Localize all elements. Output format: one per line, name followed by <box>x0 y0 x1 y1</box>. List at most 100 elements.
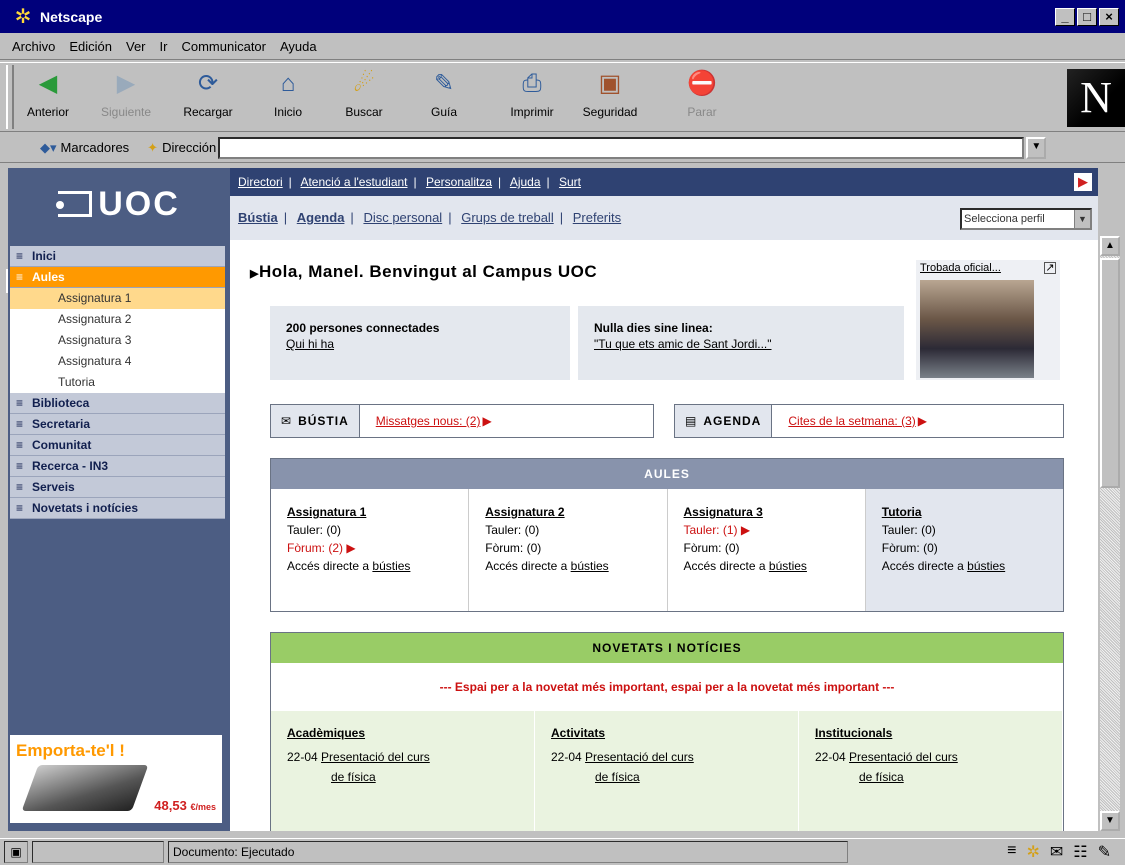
busties-link[interactable]: bústies <box>967 559 1005 573</box>
news-link[interactable]: Presentació del curs <box>849 750 958 764</box>
course-title[interactable]: Assignatura 3 <box>684 503 865 521</box>
news-panel: NOVETATS I NOTÍCIES --- Espai per a la n… <box>270 632 1064 831</box>
forum-count[interactable]: Fòrum: (0) <box>684 539 865 557</box>
netscape-n-logo[interactable]: N <box>1067 69 1125 127</box>
mail-icon[interactable]: ✉ <box>1050 842 1063 862</box>
scroll-thumb[interactable] <box>1100 258 1120 488</box>
scroll-down-button[interactable]: ▼ <box>1100 811 1120 831</box>
navigator-icon[interactable]: ✲ <box>1026 842 1039 862</box>
component-bar-icon[interactable]: ≡ <box>1007 842 1016 862</box>
url-dropdown-button[interactable]: ▼ <box>1026 136 1047 159</box>
sidebar-item[interactable]: Serveis <box>10 477 225 498</box>
busties-link[interactable]: bústies <box>571 559 609 573</box>
board-count[interactable]: Tauler: (1) ▶ <box>684 521 865 539</box>
news-category[interactable]: Activitats <box>551 723 798 743</box>
menu-communicator[interactable]: Communicator <box>181 39 266 54</box>
course-title[interactable]: Tutoria <box>882 503 1063 521</box>
photo-caption[interactable]: Trobada oficial... <box>916 260 1060 276</box>
news-link-cont[interactable]: de física <box>331 770 376 784</box>
board-count[interactable]: Tauler: (0) <box>287 521 468 539</box>
featured-news[interactable]: --- Espai per a la novetat més important… <box>271 663 1063 711</box>
sidebar-item[interactable]: Assignatura 3 <box>10 330 225 351</box>
stop-button[interactable]: ⛔ Parar <box>672 69 732 119</box>
back-button[interactable]: ◀ Anterior <box>18 69 78 119</box>
tab-bustia[interactable]: Bústia <box>238 210 278 225</box>
busties-link[interactable]: bústies <box>372 559 410 573</box>
search-button[interactable]: ☄ Buscar <box>334 69 394 119</box>
news-link-cont[interactable]: de física <box>595 770 640 784</box>
news-category[interactable]: Institucionals <box>815 723 1062 743</box>
toolbar-grip[interactable] <box>6 65 14 129</box>
sidebar-item[interactable]: Recerca - IN3 <box>10 456 225 477</box>
security-icon: ▣ <box>598 70 622 97</box>
busties-link[interactable]: bústies <box>769 559 807 573</box>
url-input[interactable] <box>218 136 1025 159</box>
sidebar-item[interactable]: Tutoria <box>10 372 225 393</box>
sidebar-item[interactable]: Assignatura 4 <box>10 351 225 372</box>
forum-count[interactable]: Fòrum: (0) <box>485 539 666 557</box>
news-link[interactable]: Presentació del curs <box>585 750 694 764</box>
sidebar-item[interactable]: Assignatura 1 <box>10 288 225 309</box>
minimize-button[interactable]: _ <box>1055 7 1075 26</box>
menu-edicion[interactable]: Edición <box>69 39 112 54</box>
link-surt[interactable]: Surt <box>559 175 581 189</box>
news-category[interactable]: Acadèmiques <box>287 723 534 743</box>
link-atencio[interactable]: Atenció a l'estudiant <box>300 175 407 189</box>
course-title[interactable]: Assignatura 1 <box>287 503 468 521</box>
security-button[interactable]: ▣ Seguridad <box>580 69 640 119</box>
reload-button[interactable]: ⟳ Recargar <box>178 69 238 119</box>
motto-link[interactable]: "Tu que ets amic de Sant Jordi..." <box>594 337 772 351</box>
menu-ver[interactable]: Ver <box>126 39 146 54</box>
flag-icon[interactable]: ▶ <box>1074 173 1092 191</box>
board-count[interactable]: Tauler: (0) <box>485 521 666 539</box>
link-ajuda[interactable]: Ajuda <box>510 175 541 189</box>
menu-archivo[interactable]: Archivo <box>12 39 55 54</box>
photo-widget[interactable]: Trobada oficial... ↗ <box>916 260 1060 380</box>
sidebar-item[interactable]: Inici <box>10 246 225 267</box>
link-directori[interactable]: Directori <box>238 175 283 189</box>
composer-icon[interactable]: ✎ <box>1098 842 1111 862</box>
print-button[interactable]: ⎙ Imprimir <box>502 69 562 119</box>
back-icon: ◀ <box>38 70 58 97</box>
sidebar-item[interactable]: Assignatura 2 <box>10 309 225 330</box>
status-progress <box>32 841 164 863</box>
news-header: NOVETATS I NOTÍCIES <box>271 633 1063 663</box>
promo-banner[interactable]: Emporta-te'l ! 48,53 €/mes <box>10 735 222 823</box>
vertical-scrollbar[interactable]: ▲ ▼ <box>1100 236 1120 831</box>
home-button[interactable]: ⌂ Inicio <box>258 69 318 119</box>
maximize-button[interactable]: □ <box>1077 7 1097 26</box>
menu-ayuda[interactable]: Ayuda <box>280 39 317 54</box>
tab-preferits[interactable]: Preferits <box>573 210 621 225</box>
forward-button[interactable]: ▶ Siguiente <box>96 69 156 119</box>
expand-icon[interactable]: ↗ <box>1044 262 1056 274</box>
qui-hi-ha-link[interactable]: Qui hi ha <box>286 337 334 351</box>
news-link-cont[interactable]: de física <box>859 770 904 784</box>
week-appointments-link[interactable]: Cites de la setmana: (3) <box>788 414 915 428</box>
forum-count[interactable]: Fòrum: (0) <box>882 539 1063 557</box>
new-messages-link[interactable]: Missatges nous: (2) <box>376 414 481 428</box>
groups-icon[interactable]: ☷ <box>1073 842 1087 862</box>
news-link[interactable]: Presentació del curs <box>321 750 430 764</box>
tab-agenda[interactable]: Agenda <box>297 210 345 225</box>
course-column: Assignatura 1 Tauler: (0) Fòrum: (2) ▶ Accé… <box>271 489 470 611</box>
sidebar-item[interactable]: Biblioteca <box>10 393 225 414</box>
sidebar-item[interactable]: Comunitat <box>10 435 225 456</box>
uoc-logo[interactable]: UOC <box>8 168 230 240</box>
sidebar-item[interactable]: Novetats i notícies <box>10 498 225 519</box>
course-column: Tutoria Tauler: (0) Fòrum: (0) Accés direct… <box>865 489 1063 611</box>
forum-count[interactable]: Fòrum: (2) ▶ <box>287 539 468 557</box>
bookmarks-button[interactable]: ◆▾ Marcadores <box>40 140 129 156</box>
board-count[interactable]: Tauler: (0) <box>882 521 1063 539</box>
guide-button[interactable]: ✎ Guía <box>414 69 474 119</box>
tab-grups-treball[interactable]: Grups de treball <box>461 210 554 225</box>
course-title[interactable]: Assignatura 2 <box>485 503 666 521</box>
close-button[interactable]: × <box>1099 7 1119 26</box>
security-status-icon[interactable]: ▣ <box>4 841 28 863</box>
sidebar-item[interactable]: Aules <box>10 267 225 288</box>
sidebar-item[interactable]: Secretaria <box>10 414 225 435</box>
profile-select[interactable]: Selecciona perfil ▼ <box>960 208 1092 230</box>
menu-ir[interactable]: Ir <box>160 39 168 54</box>
link-personalitza[interactable]: Personalitza <box>426 175 492 189</box>
tab-disc-personal[interactable]: Disc personal <box>363 210 442 225</box>
scroll-up-button[interactable]: ▲ <box>1100 236 1120 256</box>
